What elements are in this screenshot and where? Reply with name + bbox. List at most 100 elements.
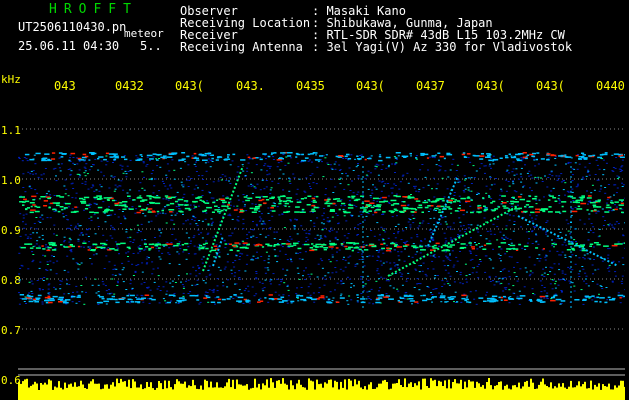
noise-speck [583, 254, 586, 256]
noise-speck [171, 280, 174, 282]
carrier-speck [494, 208, 499, 210]
noise-speck [430, 232, 433, 234]
noise-speck [377, 251, 380, 253]
noise-speck [305, 240, 307, 242]
level-bar [160, 383, 162, 400]
noise-speck [18, 252, 21, 254]
noise-speck [60, 280, 63, 282]
noise-speck [504, 236, 507, 238]
carrier-speck [447, 296, 452, 299]
carrier-speck [478, 297, 484, 299]
noise-speck [582, 268, 585, 270]
carrier-speck [184, 242, 189, 245]
level-bar [190, 386, 192, 400]
carrier-speck [284, 202, 289, 205]
noise-speck [226, 286, 229, 288]
carrier-speck [502, 205, 507, 207]
noise-speck [612, 167, 615, 168]
noise-speck [290, 261, 293, 263]
level-bar [104, 384, 106, 400]
noise-speck [287, 299, 290, 301]
noise-speck [376, 270, 379, 272]
carrier-speck [55, 202, 60, 205]
noise-speck [359, 155, 361, 156]
carrier-speck [547, 211, 553, 213]
level-bar [398, 379, 400, 400]
noise-speck [608, 248, 611, 250]
noise-speck [506, 251, 508, 253]
carrier-speck [143, 243, 147, 245]
carrier-speck [202, 243, 206, 246]
noise-speck [318, 239, 321, 241]
noise-speck [287, 162, 290, 164]
noise-speck [105, 155, 108, 157]
carrier-speck [464, 299, 468, 302]
carrier-speck [280, 296, 285, 298]
noise-speck [619, 171, 622, 172]
level-bar [424, 378, 426, 400]
noise-speck [175, 206, 178, 208]
noise-speck [397, 223, 400, 225]
level-bar [274, 387, 276, 400]
noise-speck [44, 168, 47, 169]
noise-speck [231, 232, 234, 234]
noise-speck [488, 165, 491, 167]
noise-speck [621, 275, 624, 277]
carrier-speck [525, 157, 528, 160]
carrier-speck [79, 197, 83, 200]
noise-speck [253, 186, 256, 188]
noise-speck [362, 258, 365, 260]
noise-speck [576, 168, 579, 170]
noise-speck [298, 258, 301, 260]
noise-speck [593, 189, 596, 191]
noise-speck [365, 298, 368, 300]
noise-speck [619, 169, 622, 171]
noise-speck [145, 258, 148, 260]
noise-speck [148, 178, 151, 180]
noise-speck [402, 242, 405, 243]
noise-speck [415, 155, 418, 157]
noise-speck [189, 204, 192, 206]
carrier-speck [83, 196, 90, 199]
carrier-speck [147, 208, 153, 210]
noise-speck [427, 169, 429, 171]
noise-speck [236, 171, 239, 173]
noise-speck [397, 290, 400, 292]
noise-speck [102, 283, 105, 285]
noise-speck [496, 226, 499, 228]
noise-speck [54, 248, 57, 249]
level-bar [346, 389, 348, 400]
noise-speck [46, 261, 49, 263]
noise-speck [27, 171, 30, 173]
carrier-speck [356, 155, 359, 157]
noise-speck [142, 161, 145, 163]
noise-speck [135, 264, 138, 266]
level-bar [604, 386, 606, 400]
noise-speck [273, 238, 276, 240]
noise-speck [149, 289, 152, 291]
noise-speck [296, 287, 298, 289]
noise-speck [262, 228, 265, 230]
carrier-speck [340, 243, 344, 245]
noise-speck [71, 197, 74, 199]
noise-speck [433, 277, 436, 279]
carrier-speck [94, 243, 98, 246]
noise-speck [467, 224, 470, 226]
noise-speck [588, 218, 591, 220]
noise-speck [25, 158, 28, 160]
level-bar [194, 385, 196, 400]
noise-speck [476, 194, 478, 195]
noise-speck [490, 198, 493, 200]
noise-speck [113, 293, 116, 295]
carrier-speck [540, 158, 545, 160]
level-bar [410, 382, 412, 400]
noise-speck [324, 236, 327, 238]
level-bar [78, 386, 80, 400]
carrier-speck [62, 301, 69, 304]
noise-speck [222, 281, 224, 283]
noise-speck [30, 280, 33, 282]
carrier-speck [547, 199, 551, 201]
noise-speck [201, 189, 204, 191]
noise-speck [339, 169, 342, 171]
carrier-speck [21, 201, 26, 203]
